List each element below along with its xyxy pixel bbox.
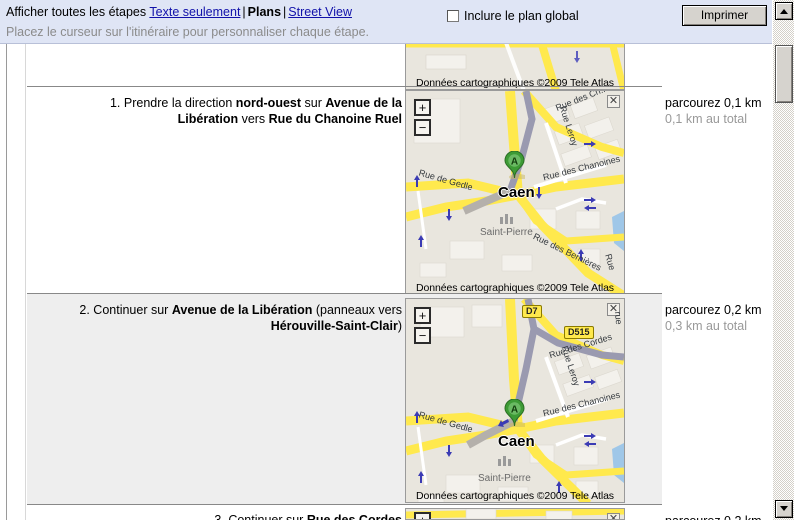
- step-distance: parcourez 0,2 km: [665, 513, 772, 520]
- map-thumbnail-step-1[interactable]: + − ✕ Rue de Gedle Rue des Chanoines Rue…: [405, 90, 625, 295]
- zoom-in-button[interactable]: +: [414, 307, 431, 324]
- close-icon[interactable]: ✕: [607, 513, 620, 519]
- map-marker-a[interactable]: A: [504, 399, 525, 427]
- poi-label: Saint-Pierre: [480, 227, 533, 238]
- left-border-rule: [6, 44, 7, 520]
- step-instruction-text: Prendre la direction nord-ouest sur Aven…: [123, 96, 402, 126]
- step-instruction-text: Continuer sur Rue des Cordes: [228, 513, 402, 520]
- print-button[interactable]: Imprimer: [682, 5, 767, 26]
- include-overview-map-checkbox[interactable]: [447, 10, 459, 22]
- zoom-out-button[interactable]: −: [414, 327, 431, 344]
- step-instruction: 2. Continuer sur Avenue de la Libération…: [72, 302, 402, 334]
- step-instruction: 1. Prendre la direction nord-ouest sur A…: [72, 95, 402, 127]
- link-text-only[interactable]: Texte seulement: [149, 5, 240, 19]
- close-icon[interactable]: ✕: [607, 95, 620, 108]
- step-distance: parcourez 0,1 km: [665, 96, 762, 110]
- map-thumbnail-step-3[interactable]: + ✕: [405, 508, 625, 520]
- link-maps[interactable]: Plans: [248, 5, 281, 19]
- toolbar-header: Afficher toutes les étapes Texte seuleme…: [0, 0, 772, 44]
- marker-letter: A: [511, 157, 518, 168]
- scroll-down-button[interactable]: [775, 500, 793, 518]
- marker-letter: A: [511, 405, 518, 416]
- city-label: Caen: [498, 433, 535, 450]
- step-number: 3.: [214, 513, 225, 520]
- city-label: Caen: [498, 184, 535, 201]
- step-number: 1.: [109, 96, 121, 110]
- directions-list[interactable]: Rue de Bern... Rue... Données cartograph…: [0, 44, 772, 520]
- zoom-in-button[interactable]: +: [414, 99, 431, 116]
- step-distance-block: parcourez 0,1 km 0,1 km au total: [665, 95, 772, 127]
- list-gutter-rule: [25, 44, 26, 520]
- step-number: 2.: [79, 303, 90, 317]
- zoom-out-button[interactable]: −: [414, 119, 431, 136]
- map-zoom-controls-step-1[interactable]: + −: [414, 99, 431, 139]
- chevron-down-icon: [780, 506, 788, 511]
- map-canvas-step-3[interactable]: [406, 509, 624, 519]
- poi-label: Saint-Pierre: [478, 473, 531, 484]
- map-zoom-controls-step-2[interactable]: + −: [414, 307, 431, 347]
- map-attribution-step-2: Données cartographiques ©2009 Tele Atlas: [416, 490, 614, 502]
- link-separator-1: |: [242, 5, 246, 19]
- map-tiles-step-3: [406, 509, 624, 519]
- scroll-up-button[interactable]: [775, 2, 793, 20]
- step-instruction-text: Continuer sur Avenue de la Libération (p…: [93, 303, 402, 333]
- step-distance-block: parcourez 0,2 km 0,3 km au total: [665, 302, 772, 334]
- view-mode-links: Afficher toutes les étapes Texte seuleme…: [6, 5, 352, 19]
- scrollbar-thumb[interactable]: [775, 45, 793, 103]
- step-total-distance: 0,3 km au total: [665, 319, 747, 333]
- include-overview-map-option[interactable]: Inclure le plan global: [447, 9, 579, 23]
- map-zoom-controls-step-3[interactable]: +: [414, 512, 431, 519]
- step-distance-block: parcourez 0,2 km: [665, 513, 772, 520]
- step-instruction: 3. Continuer sur Rue des Cordes: [72, 512, 402, 520]
- step-total-distance: 0,1 km au total: [665, 112, 747, 126]
- hint-text: Placez le curseur sur l'itinéraire pour …: [6, 25, 370, 39]
- include-overview-map-label: Inclure le plan global: [464, 9, 579, 23]
- map-thumbnail-previous[interactable]: Rue de Bern... Rue... Données cartograph…: [405, 44, 625, 90]
- step-distance: parcourez 0,2 km: [665, 303, 762, 317]
- road-label: rue: [612, 311, 625, 325]
- show-all-steps-label: Afficher toutes les étapes: [6, 5, 147, 19]
- vertical-scrollbar[interactable]: [772, 0, 794, 520]
- map-marker-a[interactable]: A: [504, 151, 525, 179]
- chevron-up-icon: [780, 9, 788, 14]
- map-thumbnail-step-2[interactable]: + − ✕ D7 D515 Rue des Cordes Rue de Gedl…: [405, 298, 625, 503]
- link-street-view[interactable]: Street View: [288, 5, 352, 19]
- zoom-in-button[interactable]: +: [414, 512, 431, 519]
- route-shield: D7: [522, 305, 542, 318]
